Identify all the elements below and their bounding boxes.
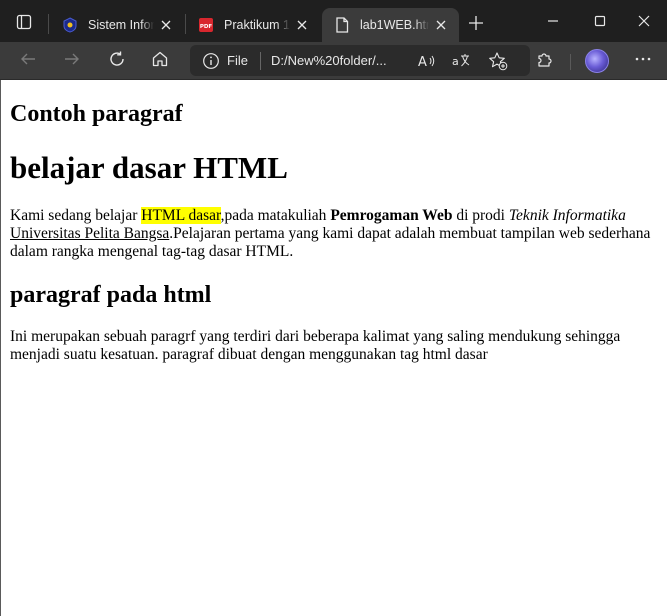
tab-strip: Sistem Informasi PDF Praktikum 1.pdf lab… <box>0 0 667 42</box>
tab-close-button[interactable] <box>154 13 178 37</box>
window-close-button[interactable] <box>621 6 667 36</box>
new-tab-button[interactable] <box>460 10 492 40</box>
refresh-button[interactable] <box>101 45 133 77</box>
info-icon[interactable] <box>202 52 220 70</box>
translate-icon[interactable]: a <box>451 51 471 71</box>
university-crest-icon <box>62 17 78 33</box>
minimize-icon <box>547 12 559 31</box>
underlined-text: Universitas Pelita Bangsa <box>10 225 170 242</box>
toolbar-separator <box>570 54 571 70</box>
text: di prodi <box>452 207 509 224</box>
svg-text:PDF: PDF <box>200 24 213 30</box>
heading-contoh-paragraf: Contoh paragraf <box>10 101 183 127</box>
arrow-left-icon <box>19 50 37 72</box>
home-button[interactable] <box>144 45 176 77</box>
paragraph-body: Ini merupakan sebuah paragrf yang terdir… <box>10 328 621 363</box>
address-bar[interactable]: File D:/New%20folder/... A a <box>190 45 530 76</box>
paragraph-intro: Kami sedang belajar HTML dasar,pada mata… <box>10 207 658 261</box>
address-scheme-label: File <box>227 53 248 68</box>
tab-title: Praktikum 1.pdf <box>224 18 290 32</box>
plus-icon <box>468 15 484 35</box>
close-icon <box>638 12 650 31</box>
more-options-icon <box>634 50 652 72</box>
tab-title: Sistem Informasi <box>88 18 154 32</box>
text: Kami sedang belajar <box>10 207 142 224</box>
tab-lab1web[interactable]: lab1WEB.html <box>322 8 459 42</box>
tab-sistem-informasi[interactable]: Sistem Informasi <box>50 8 184 42</box>
maximize-button[interactable] <box>577 6 623 36</box>
forward-button[interactable] <box>56 45 88 77</box>
file-icon <box>334 17 350 33</box>
svg-text:A: A <box>418 55 427 70</box>
read-aloud-icon[interactable]: A <box>416 51 436 71</box>
refresh-icon <box>108 50 126 72</box>
browser-toolbar: File D:/New%20folder/... A a <box>0 42 667 80</box>
extensions-button[interactable] <box>529 45 561 77</box>
page-viewport: Contoh paragraf belajar dasar HTML Kami … <box>0 80 667 616</box>
highlighted-text: HTML dasar <box>141 207 221 224</box>
heading-paragraf-pada-html: paragraf pada html <box>10 282 212 308</box>
pdf-icon: PDF <box>198 17 214 33</box>
minimize-button[interactable] <box>530 6 576 36</box>
address-url[interactable]: D:/New%20folder/... <box>271 53 411 68</box>
settings-menu-button[interactable] <box>627 45 659 77</box>
tab-separator <box>48 14 49 34</box>
address-separator <box>260 52 261 70</box>
profile-avatar[interactable] <box>585 49 609 73</box>
maximize-icon <box>594 12 606 31</box>
puzzle-icon <box>536 50 554 72</box>
svg-text:a: a <box>452 55 459 68</box>
arrow-right-icon <box>63 50 81 72</box>
tab-actions-button[interactable] <box>8 8 40 40</box>
home-icon <box>151 50 169 72</box>
back-button[interactable] <box>12 45 44 77</box>
bold-text: Pemrogaman Web <box>330 207 453 224</box>
tab-title: lab1WEB.html <box>360 18 429 32</box>
italic-text: Teknik Informatika <box>508 207 626 224</box>
tab-actions-icon <box>16 14 32 34</box>
heading-belajar-dasar-html: belajar dasar HTML <box>10 150 288 185</box>
tab-praktikum-pdf[interactable]: PDF Praktikum 1.pdf <box>186 8 320 42</box>
tab-close-button[interactable] <box>429 13 453 37</box>
text: ,pada matakuliah <box>220 207 331 224</box>
tab-close-button[interactable] <box>290 13 314 37</box>
add-favorite-icon[interactable] <box>488 51 508 71</box>
